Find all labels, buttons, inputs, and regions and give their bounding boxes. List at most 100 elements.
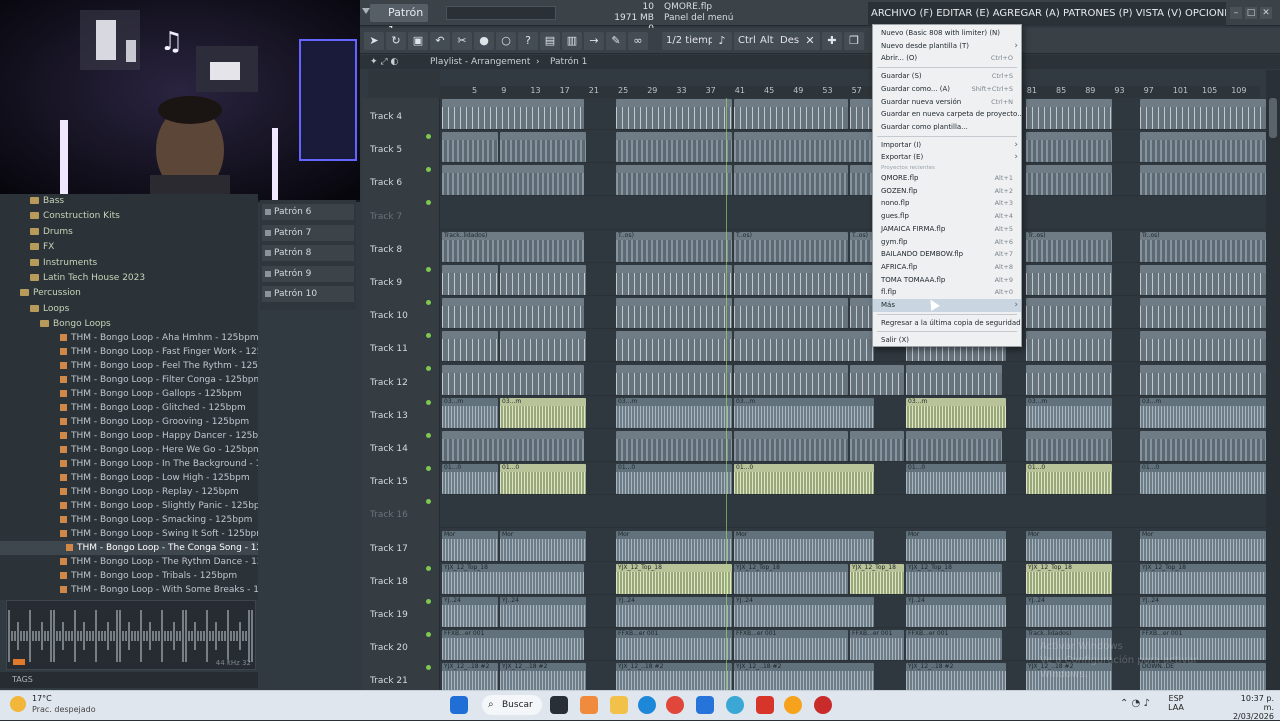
clip[interactable]: [616, 431, 732, 461]
store-icon[interactable]: [696, 696, 714, 714]
clip[interactable]: [734, 331, 874, 362]
clip[interactable]: [850, 364, 904, 395]
clip[interactable]: [734, 431, 848, 461]
clip[interactable]: [734, 165, 848, 196]
track-name[interactable]: Track 11: [370, 344, 408, 354]
clip[interactable]: 03...m: [500, 397, 586, 428]
track-lane[interactable]: [440, 430, 1266, 462]
weather-temp[interactable]: 17°C: [32, 694, 52, 703]
track-name[interactable]: Track 4: [370, 112, 402, 122]
clip[interactable]: Track..lidados): [442, 231, 584, 262]
clip[interactable]: T..os): [734, 231, 848, 262]
clip[interactable]: YJ..24: [1140, 597, 1266, 627]
track-mute-led[interactable]: [426, 300, 431, 305]
playlist-pattern[interactable]: Patrón 1: [550, 55, 587, 69]
clock[interactable]: 10:37 p. m. 2/03/2026: [1228, 694, 1274, 721]
maximize-icon[interactable]: □: [1245, 7, 1257, 19]
track-lane[interactable]: [440, 297, 1266, 330]
clip[interactable]: [734, 132, 874, 163]
track-name[interactable]: Track 12: [370, 378, 408, 388]
clip[interactable]: [1140, 165, 1266, 196]
track-lane[interactable]: YJX_12_Top_18 YJX_12_Top_18 YJX_12_Top_18 Y…: [440, 563, 1266, 595]
clip[interactable]: [734, 298, 848, 329]
preview-play-icon[interactable]: [13, 659, 25, 665]
clip[interactable]: FFXB...er 001: [906, 630, 1002, 661]
track-mute-led[interactable]: [426, 333, 431, 339]
menu-item[interactable]: Guardar como plantilla...: [873, 121, 1021, 134]
clip[interactable]: YJX_12_Top_18: [850, 563, 904, 594]
pattern-selector[interactable]: Patrón 1: [370, 4, 428, 37]
clip[interactable]: [442, 364, 584, 395]
menu-item[interactable]: Importar (I): [873, 139, 1021, 152]
browser-file[interactable]: THM - Bongo Loop - Smacking - 125bpm: [0, 513, 258, 527]
clip[interactable]: 03...m: [906, 397, 1006, 428]
minimize-icon[interactable]: –: [1230, 7, 1242, 19]
track-name[interactable]: Track 17: [370, 544, 408, 554]
track-lane[interactable]: Track..lidados) T..os) T..os) T..os) Tr..os)…: [440, 231, 1266, 263]
clip[interactable]: 01...0: [734, 464, 874, 495]
browser-file[interactable]: THM - Bongo Loop - Here We Go - 125bpm: [0, 443, 258, 457]
tray-icons[interactable]: ⌃ ◔ ♪: [1120, 698, 1150, 709]
clip[interactable]: [442, 265, 498, 295]
menu-item[interactable]: nono.flp Alt+3: [873, 197, 1021, 210]
pattern-item[interactable]: Patrón 9: [262, 265, 354, 282]
menu-item[interactable]: AFRICA.flp Alt+8: [873, 261, 1021, 274]
browser-folder[interactable]: Construction Kits: [30, 209, 120, 223]
clip[interactable]: Mor: [1026, 530, 1112, 561]
clip[interactable]: Mor: [616, 530, 732, 561]
clip[interactable]: 01...0: [1140, 464, 1266, 495]
clip[interactable]: [734, 265, 874, 295]
clip[interactable]: [442, 331, 498, 362]
browser-file[interactable]: THM - Bongo Loop - With Some Breaks - 12…: [0, 583, 258, 597]
scrollbar-thumb[interactable]: [1269, 98, 1277, 138]
track-mute-led[interactable]: [426, 266, 431, 272]
clip[interactable]: FFXB...er 001: [734, 630, 848, 661]
clip[interactable]: [734, 364, 848, 395]
master-volume-meter[interactable]: [446, 6, 556, 20]
clip[interactable]: YJX_12_Top_18: [1026, 563, 1112, 594]
alt-button[interactable]: Alt: [756, 32, 778, 50]
track-mute-led[interactable]: [426, 167, 431, 173]
chat-icon[interactable]: ○: [496, 32, 516, 50]
clip[interactable]: [1026, 431, 1112, 461]
task-view-icon[interactable]: [550, 696, 568, 714]
timeline-ruler[interactable]: 5913172125293337414549535761656973778185…: [440, 86, 1260, 98]
track-lane[interactable]: [440, 198, 1266, 230]
waveform-preview[interactable]: 44 kHz 32: [6, 600, 256, 670]
browser-file[interactable]: THM - Bongo Loop - Swing It Soft - 125bp…: [0, 527, 258, 541]
clip[interactable]: [1026, 132, 1112, 163]
menu-item[interactable]: QMORE.flp Alt+1: [873, 172, 1021, 185]
menu-item[interactable]: Guardar (S) Ctrl+S: [873, 70, 1021, 83]
clip[interactable]: YJX_12_..18 #2: [616, 663, 732, 690]
menu-item[interactable]: gues.flp Alt+4: [873, 210, 1021, 223]
browser-folder[interactable]: FX: [30, 240, 54, 254]
clip[interactable]: [500, 265, 586, 295]
menu-item[interactable]: Nuevo desde plantilla (T): [873, 40, 1021, 53]
browser-file[interactable]: THM - Bongo Loop - Tribals - 125bpm: [0, 569, 258, 583]
browser-file[interactable]: THM - Bongo Loop - Gallops - 125bpm: [0, 387, 258, 401]
clip[interactable]: YJX_12_Top_18: [906, 563, 1002, 594]
clip[interactable]: [1140, 364, 1266, 395]
clip[interactable]: FFXB...er 001: [442, 630, 584, 661]
clip[interactable]: [850, 431, 904, 461]
menu-item[interactable]: TOMA TOMAAA.flp Alt+9: [873, 274, 1021, 287]
main-menu-bar[interactable]: ARCHIVO (F) EDITAR (E) AGREGAR (A) PATRO…: [868, 2, 1226, 26]
track-mute-led[interactable]: [426, 632, 431, 637]
fl-studio-icon[interactable]: [784, 696, 802, 714]
clip[interactable]: YJX_12_..18 #2: [442, 663, 498, 690]
clip[interactable]: [616, 298, 732, 329]
track-name[interactable]: Track 19: [370, 610, 408, 620]
metronome-icon[interactable]: ♪: [712, 32, 732, 50]
pencil-icon[interactable]: ✎: [606, 32, 626, 50]
browser-folder[interactable]: Bongo Loops: [40, 317, 111, 331]
track-lane[interactable]: [440, 98, 1266, 130]
clip[interactable]: YJ..24: [500, 597, 586, 627]
menu-item[interactable]: gym.flp Alt+6: [873, 236, 1021, 249]
app-icon-3[interactable]: [756, 696, 774, 714]
clip[interactable]: [442, 298, 584, 329]
close-icon[interactable]: ✕: [1260, 7, 1272, 19]
clip[interactable]: YJX_12_Top_18: [1140, 563, 1266, 594]
clip[interactable]: FFXB...er 001: [616, 630, 732, 661]
track-mute-led[interactable]: [426, 134, 431, 139]
clip[interactable]: [1026, 364, 1112, 395]
